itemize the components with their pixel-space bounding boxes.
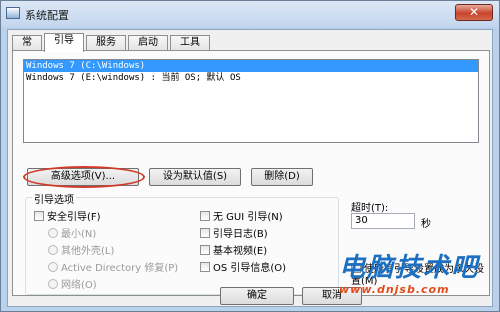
delete-button[interactable]: 删除(D) [251,168,313,186]
checkbox-box[interactable] [200,245,210,255]
site-watermark-logo: 电脑技术吧 www.dnjsb.com [339,253,499,309]
radio-button[interactable] [48,228,58,238]
radio-button[interactable] [48,279,58,289]
checkbox-box[interactable] [200,262,210,272]
boot-log-checkbox[interactable]: 引导日志(B) [200,225,268,240]
list-item[interactable]: Windows 7 (E:\windows) : 当前 OS; 默认 OS [24,72,478,84]
no-gui-boot-checkbox[interactable]: 无 GUI 引导(N) [200,208,283,223]
checkbox-box[interactable] [200,228,210,238]
timeout-unit: 秒 [421,219,431,230]
base-video-label: 基本视频(E) [213,246,268,257]
radio-button[interactable] [48,245,58,255]
no-gui-boot-label: 无 GUI 引导(N) [213,212,283,223]
os-boot-info-checkbox[interactable]: OS 引导信息(O) [200,259,287,274]
tab-tools[interactable]: 工具 [170,35,210,51]
title-bar[interactable]: 系统配置 ✕ [1,1,499,27]
boot-log-label: 引导日志(B) [213,229,268,240]
radio-button[interactable] [48,262,58,272]
system-configuration-window: 系统配置 ✕ 常规 引导 服务 启动 工具 Windows 7 (C:\Wind… [0,0,500,312]
close-button[interactable]: ✕ [455,4,493,21]
os-boot-info-label: OS 引导信息(O) [213,263,287,274]
timeout-input[interactable]: 30 [351,213,415,229]
safe-boot-label: 安全引导(F) [47,212,101,223]
boot-options-group: 引导选项 安全引导(F) 最小(N) 其他外壳(L) Active Direct… [25,191,339,295]
watermark-url-text: www.dnjsb.com [339,283,450,296]
boot-options-title: 引导选项 [32,191,76,206]
highlight-circle-annotation [23,166,145,188]
checkbox-box[interactable] [34,211,44,221]
safe-boot-checkbox[interactable]: 安全引导(F) [34,208,101,223]
base-video-checkbox[interactable]: 基本视频(E) [200,242,268,257]
list-item[interactable]: Windows 7 (C:\Windows) [24,60,478,72]
timeout-label: 超时(T): [351,203,389,214]
set-as-default-button[interactable]: 设为默认值(S) [149,168,241,186]
msconfig-app-icon [6,7,20,19]
active-directory-repair-radio[interactable]: Active Directory 修复(P) [48,259,179,274]
checkbox-box[interactable] [200,211,210,221]
boot-os-list[interactable]: Windows 7 (C:\Windows) Windows 7 (E:\win… [23,59,479,143]
minimal-radio[interactable]: 最小(N) [48,225,97,240]
alternate-shell-label: 其他外壳(L) [61,246,115,257]
tab-general[interactable]: 常规 [12,35,42,62]
tab-startup[interactable]: 启动 [128,35,168,51]
alternate-shell-radio[interactable]: 其他外壳(L) [48,242,115,257]
tab-services[interactable]: 服务 [86,35,126,51]
active-directory-label: Active Directory 修复(P) [61,263,179,274]
window-title: 系统配置 [25,9,69,22]
network-label: 网络(O) [61,280,97,291]
minimal-label: 最小(N) [61,229,97,240]
watermark-brand-text: 电脑技术吧 [339,253,480,283]
tab-boot[interactable]: 引导 [44,33,84,52]
ok-button[interactable]: 确定 [220,287,294,305]
network-radio[interactable]: 网络(O) [48,276,97,291]
